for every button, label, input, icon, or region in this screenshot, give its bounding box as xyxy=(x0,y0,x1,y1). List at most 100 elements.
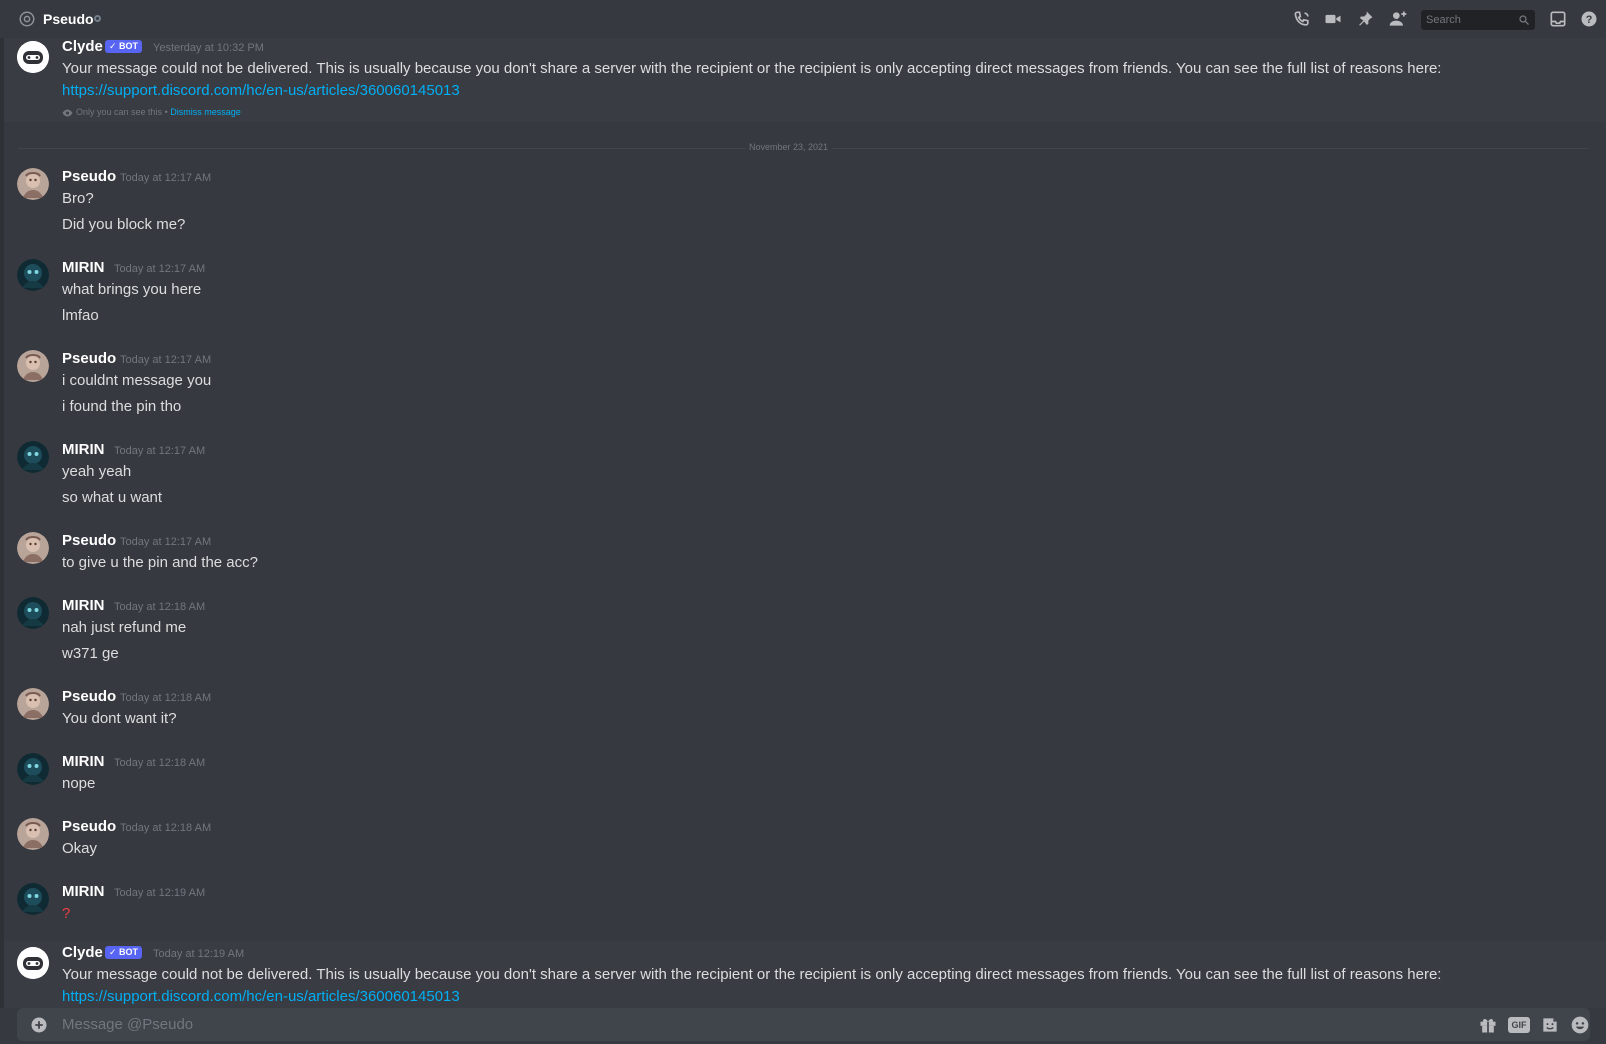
pseudo-avatar-image xyxy=(17,350,49,382)
avatar[interactable] xyxy=(17,350,49,382)
avatar[interactable] xyxy=(17,41,49,73)
support-link[interactable]: https://support.discord.com/hc/en-us/art… xyxy=(62,82,460,99)
message-line: nah just refund me xyxy=(62,619,187,636)
username[interactable]: Clyde xyxy=(62,944,103,961)
username[interactable]: Clyde xyxy=(62,38,103,55)
avatar[interactable] xyxy=(17,532,49,564)
timestamp: Yesterday at 10:32 PM xyxy=(153,42,264,54)
timestamp: Today at 12:17 AM xyxy=(114,263,206,275)
timestamp: Today at 12:19 AM xyxy=(153,948,245,960)
call-icon[interactable] xyxy=(1292,9,1312,29)
mirin-avatar-image xyxy=(17,883,49,915)
video-icon[interactable] xyxy=(1323,9,1343,29)
username[interactable]: Pseudo xyxy=(62,818,116,835)
sticker-icon[interactable] xyxy=(1540,1015,1560,1035)
message-line: what brings you here xyxy=(62,281,202,298)
username[interactable]: MIRIN xyxy=(62,883,105,900)
clyde-bot-icon xyxy=(17,947,49,979)
avatar[interactable] xyxy=(17,441,49,473)
message-list[interactable]: Clyde ✓ BOT Yesterday at 10:32 PM Your m… xyxy=(0,38,1606,1008)
gif-button[interactable]: GIF xyxy=(1508,1017,1530,1033)
dismiss-message-link[interactable]: Dismiss message xyxy=(170,107,241,117)
svg-text:?: ? xyxy=(1586,14,1593,26)
timestamp: Today at 12:17 AM xyxy=(114,445,206,457)
add-friend-icon[interactable] xyxy=(1388,9,1408,29)
at-icon xyxy=(19,11,35,27)
timestamp: Today at 12:17 AM xyxy=(120,354,212,366)
bot-badge: ✓ BOT xyxy=(105,946,143,959)
pseudo-avatar-image xyxy=(17,532,49,564)
timestamp: Today at 12:17 AM xyxy=(120,172,212,184)
message-line: Okay xyxy=(62,840,98,857)
message-line: Did you block me? xyxy=(62,216,186,233)
avatar[interactable] xyxy=(17,259,49,291)
username[interactable]: Pseudo xyxy=(62,532,116,549)
message-text: Your message could not be delivered. Thi… xyxy=(62,60,1442,77)
ephemeral-notice: Only you can see this • Dismiss message xyxy=(62,107,241,117)
search-input[interactable]: Search xyxy=(1421,10,1535,30)
message-line: w371 ge xyxy=(62,645,119,662)
username[interactable]: MIRIN xyxy=(62,259,105,276)
message-line: yeah yeah xyxy=(62,463,132,480)
username[interactable]: MIRIN xyxy=(62,753,105,770)
bot-badge: ✓ BOT xyxy=(105,40,143,53)
clyde-message: Clyde ✓ BOT Today at 12:19 AM Your messa… xyxy=(0,941,1606,1008)
message-line: i found the pin tho xyxy=(62,398,182,415)
message-line: lmfao xyxy=(62,307,99,324)
mirin-avatar-image xyxy=(17,259,49,291)
avatar[interactable] xyxy=(17,597,49,629)
mirin-avatar-image xyxy=(17,597,49,629)
scroll-edge xyxy=(0,38,4,1008)
avatar[interactable] xyxy=(17,818,49,850)
help-icon[interactable]: ? xyxy=(1579,9,1599,29)
timestamp: Today at 12:17 AM xyxy=(120,536,212,548)
avatar[interactable] xyxy=(17,753,49,785)
message-line: nope xyxy=(62,775,96,792)
status-indicator xyxy=(94,15,101,22)
avatar[interactable] xyxy=(17,883,49,915)
channel-header: Pseudo Search ? xyxy=(0,0,1606,39)
message-line: Bro? xyxy=(62,190,94,207)
date-divider-label: November 23, 2021 xyxy=(745,142,833,152)
clyde-bot-icon xyxy=(17,41,49,73)
message-line: i couldnt message you xyxy=(62,372,212,389)
message-input[interactable]: Message @Pseudo xyxy=(62,1016,193,1033)
message-line: to give u the pin and the acc? xyxy=(62,554,258,571)
pseudo-avatar-image xyxy=(17,818,49,850)
avatar[interactable] xyxy=(17,688,49,720)
gift-icon[interactable] xyxy=(1478,1015,1498,1035)
message-line: You dont want it? xyxy=(62,710,177,727)
clyde-message: Clyde ✓ BOT Yesterday at 10:32 PM Your m… xyxy=(0,38,1606,122)
username[interactable]: Pseudo xyxy=(62,350,116,367)
channel-name: Pseudo xyxy=(43,11,94,27)
pseudo-avatar-image xyxy=(17,688,49,720)
notice-text: Only you can see this xyxy=(76,107,163,117)
mirin-avatar-image xyxy=(17,753,49,785)
message-line: ? xyxy=(62,905,71,922)
username[interactable]: Pseudo xyxy=(62,168,116,185)
timestamp: Today at 12:18 AM xyxy=(120,692,212,704)
message-composer[interactable]: Message @Pseudo GIF xyxy=(17,1008,1590,1041)
timestamp: Today at 12:18 AM xyxy=(114,601,206,613)
search-icon xyxy=(1519,15,1529,25)
username[interactable]: MIRIN xyxy=(62,441,105,458)
emoji-icon[interactable] xyxy=(1570,1015,1590,1035)
pseudo-avatar-image xyxy=(17,168,49,200)
username[interactable]: Pseudo xyxy=(62,688,116,705)
search-placeholder: Search xyxy=(1426,14,1461,26)
username[interactable]: MIRIN xyxy=(62,597,105,614)
support-link[interactable]: https://support.discord.com/hc/en-us/art… xyxy=(62,988,460,1005)
add-attachment-icon[interactable] xyxy=(30,1016,48,1034)
pin-icon[interactable] xyxy=(1355,9,1375,29)
avatar[interactable] xyxy=(17,947,49,979)
notice-separator: • xyxy=(164,107,168,117)
timestamp: Today at 12:18 AM xyxy=(114,757,206,769)
eye-icon xyxy=(62,109,73,117)
timestamp: Today at 12:18 AM xyxy=(120,822,212,834)
mirin-avatar-image xyxy=(17,441,49,473)
inbox-icon[interactable] xyxy=(1548,9,1568,29)
message-text: Your message could not be delivered. Thi… xyxy=(62,966,1442,983)
message-line: so what u want xyxy=(62,489,163,506)
avatar[interactable] xyxy=(17,168,49,200)
timestamp: Today at 12:19 AM xyxy=(114,887,206,899)
